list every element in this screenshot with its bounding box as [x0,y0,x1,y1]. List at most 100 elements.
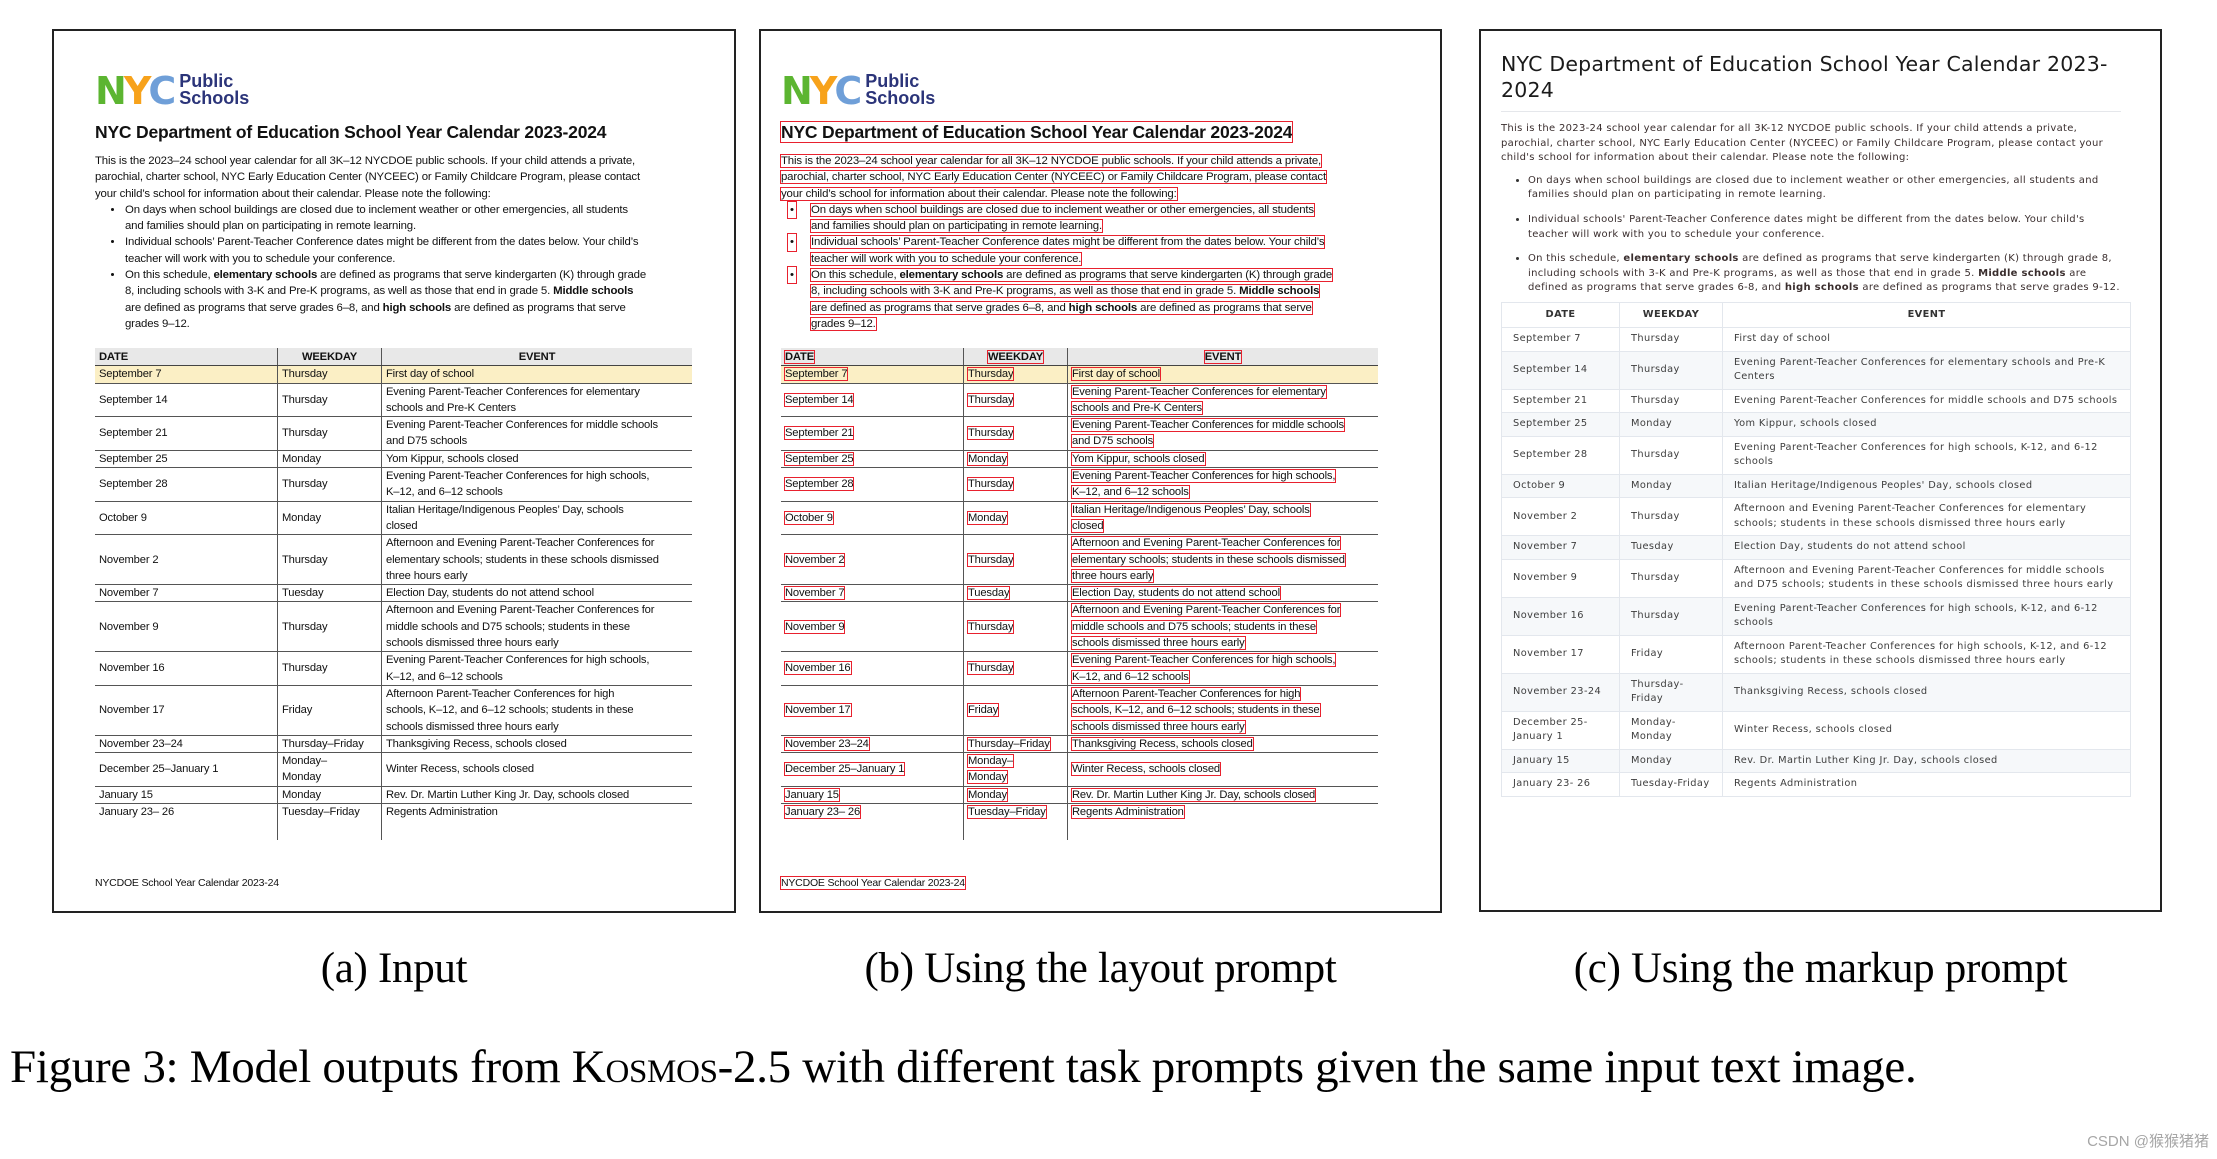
cell-line: three hours early [1070,568,1374,584]
logo-letter-n: N [95,69,127,113]
intro-line: parochial, charter school, NYC Early Edu… [95,169,695,185]
markup-cell-weekday: Thursday [1619,327,1723,352]
cell-text: November 23–24 [99,737,183,750]
table-row: November 17 Friday Afternoon Parent-Teache… [781,685,1378,736]
cell-line: Yom Kippur, schools closed [1071,451,1374,467]
column-header-date: DATE [95,348,278,367]
cell-weekday: Thursday [277,383,382,418]
cell-text: Friday [966,703,1000,718]
markup-cell-date: September 7 [1501,327,1620,352]
bullet-line-text: Individual schools’ Parent-Teacher Confe… [809,235,1326,250]
cell-text: and D75 schools [1070,434,1155,449]
table-row: September 28 Thursday Evening Parent-Teach… [95,467,692,502]
bullet-line: grades 9–12. [125,316,695,332]
markup-cell-event: Election Day, students do not attend sch… [1722,535,2131,560]
bullet-item: • On days when school buildings are close… [787,200,1381,235]
markup-cell-event: Evening Parent-Teacher Conferences for m… [1722,388,2131,414]
bullet-line: are defined as programs that serve grade… [810,300,1381,316]
cell-line: Evening Parent-Teacher Conferences for h… [386,652,688,668]
bullet-line: On days when school buildings are closed… [125,202,695,218]
table-header-row: DATE WEEKDAY EVENT [95,348,692,367]
cell-text: Winter Recess, schools closed [1071,762,1221,777]
cell-date: September 25 [95,450,278,469]
cell-line: Evening Parent-Teacher Conferences for e… [386,384,688,400]
cell-text: Thursday [282,427,328,440]
cell-text: September 28 [99,478,168,491]
cell-text: September 21 [783,426,855,441]
cell-text: November 17 [99,704,165,717]
bullet-line-text: On this schedule, elementary schools are… [125,269,647,282]
cell-date: November 23–24 [95,735,278,754]
intro-line-text: This is the 2023–24 school year calendar… [779,154,1323,168]
cell-line: November 16 [784,660,959,676]
cell-line: Evening Parent-Teacher Conferences for h… [386,468,688,484]
cell-event: Winter Recess, schools closed [1067,752,1378,787]
cell-text: Tuesday–Friday [967,804,1047,819]
bullet-line: 8, including schools with 3-K and Pre-K … [809,283,1381,299]
cell-event: Evening Parent-Teacher Conferences for m… [1067,416,1378,451]
cell-line: schools dismissed three hours early [1071,719,1374,735]
cell-text: November 16 [99,662,165,675]
cell-line: Thursday–Friday [282,736,377,752]
bullet-line-text: On days when school buildings are closed… [125,203,628,216]
markup-intro: This is the 2023-24 school year calendar… [1501,123,2103,164]
bold-term: Middle schools [1978,267,2066,279]
cell-date: September 21 [95,416,278,451]
cell-date: October 9 [95,501,278,536]
bullet-line: Individual schools’ Parent-Teacher Confe… [125,234,695,250]
table-row: November 9 Thursday Afternoon and Evening … [781,601,1378,653]
cell-line: Afternoon and Evening Parent-Teacher Con… [386,535,688,551]
cell-line: September 21 [783,425,959,441]
bullet-line: On days when school buildings are closed… [810,202,1381,218]
markup-cell-date: December 25-January 1 [1501,710,1620,750]
cell-text: September 14 [99,393,168,406]
cell-weekday: Thursday [963,467,1068,502]
cell-text: closed [1070,518,1105,533]
table-row: January 15 Monday Rev. Dr. Martin Luther K… [781,786,1378,804]
cell-line: Regents Administration [1071,804,1374,820]
cell-event: Regents Administration [1068,803,1379,840]
column-header-event: EVENT [1067,348,1378,367]
cell-text: November 2 [99,553,159,566]
document-intro: This is the 2023–24 school year calendar… [779,153,1381,332]
table-row: December 25–January 1 Monday– Monday Winter… [95,752,692,787]
cell-line: September 7 [783,366,959,382]
markup-cell-date: November 9 [1501,558,1620,598]
cell-event: Afternoon and Evening Parent-Teacher Con… [381,534,692,586]
cell-event: Evening Parent-Teacher Conferences for h… [381,651,692,686]
table-row: November 2 Thursday Afternoon and Evening … [781,534,1378,586]
markup-cell-weekday: Friday [1619,634,1723,674]
caption-suffix: with different task prompts given the sa… [790,1041,1917,1093]
cell-line: Rev. Dr. Martin Luther King Jr. Day, sch… [1070,787,1374,803]
cell-weekday: Monday– Monday [277,752,382,787]
bullet-line: and families should plan on participatin… [125,218,695,234]
markup-cell-event: Afternoon and Evening Parent-Teacher Con… [1722,558,2131,598]
cell-text: K–12, and 6–12 schools [386,486,503,499]
cell-text: January 23– 26 [99,805,175,818]
intro-line-text: This is the 2023–24 school year calendar… [95,155,636,167]
footer-text: NYCDOE School Year Calendar 2023-24 [95,877,279,890]
cell-line: January 15 [99,787,273,803]
table-row: November 16 Thursday Evening Parent-Teache… [95,651,692,686]
cell-text: First day of school [386,368,474,381]
cell-line: November 23–24 [784,736,959,752]
cell-date: December 25–January 1 [95,752,278,787]
cell-date: November 16 [95,651,278,686]
cell-text: Yom Kippur, schools closed [386,452,519,465]
markup-cell-event: Rev. Dr. Martin Luther King Jr. Day, sch… [1722,748,2131,774]
markup-bullet-item: On this schedule, elementary schools are… [1528,252,2121,296]
cell-weekday: Thursday [277,534,382,586]
cell-line: Regents Administration [386,804,688,820]
bullet-line: 8, including schools with 3-K and Pre-K … [125,283,695,299]
markup-table-row: November 2 Thursday Afternoon and Evening … [1501,497,2131,537]
markup-cell-date: September 28 [1501,435,1620,475]
bullet-line-text: and families should plan on participatin… [810,219,1103,234]
cell-event: Italian Heritage/Indigenous Peoples’ Day… [381,501,692,536]
cell-text: September 25 [783,451,855,466]
markup-bullet-item: On days when school buildings are closed… [1528,174,2121,203]
cell-text: schools dismissed three hours early [1071,719,1246,734]
bullet-line: and families should plan on participatin… [810,218,1381,234]
nyc-public-schools-logo: N Y C Public Schools [781,72,1381,110]
bullet-line-text: teacher will work with you to schedule y… [125,252,396,265]
document-footer: NYCDOE School Year Calendar 2023-24 [780,876,1381,891]
